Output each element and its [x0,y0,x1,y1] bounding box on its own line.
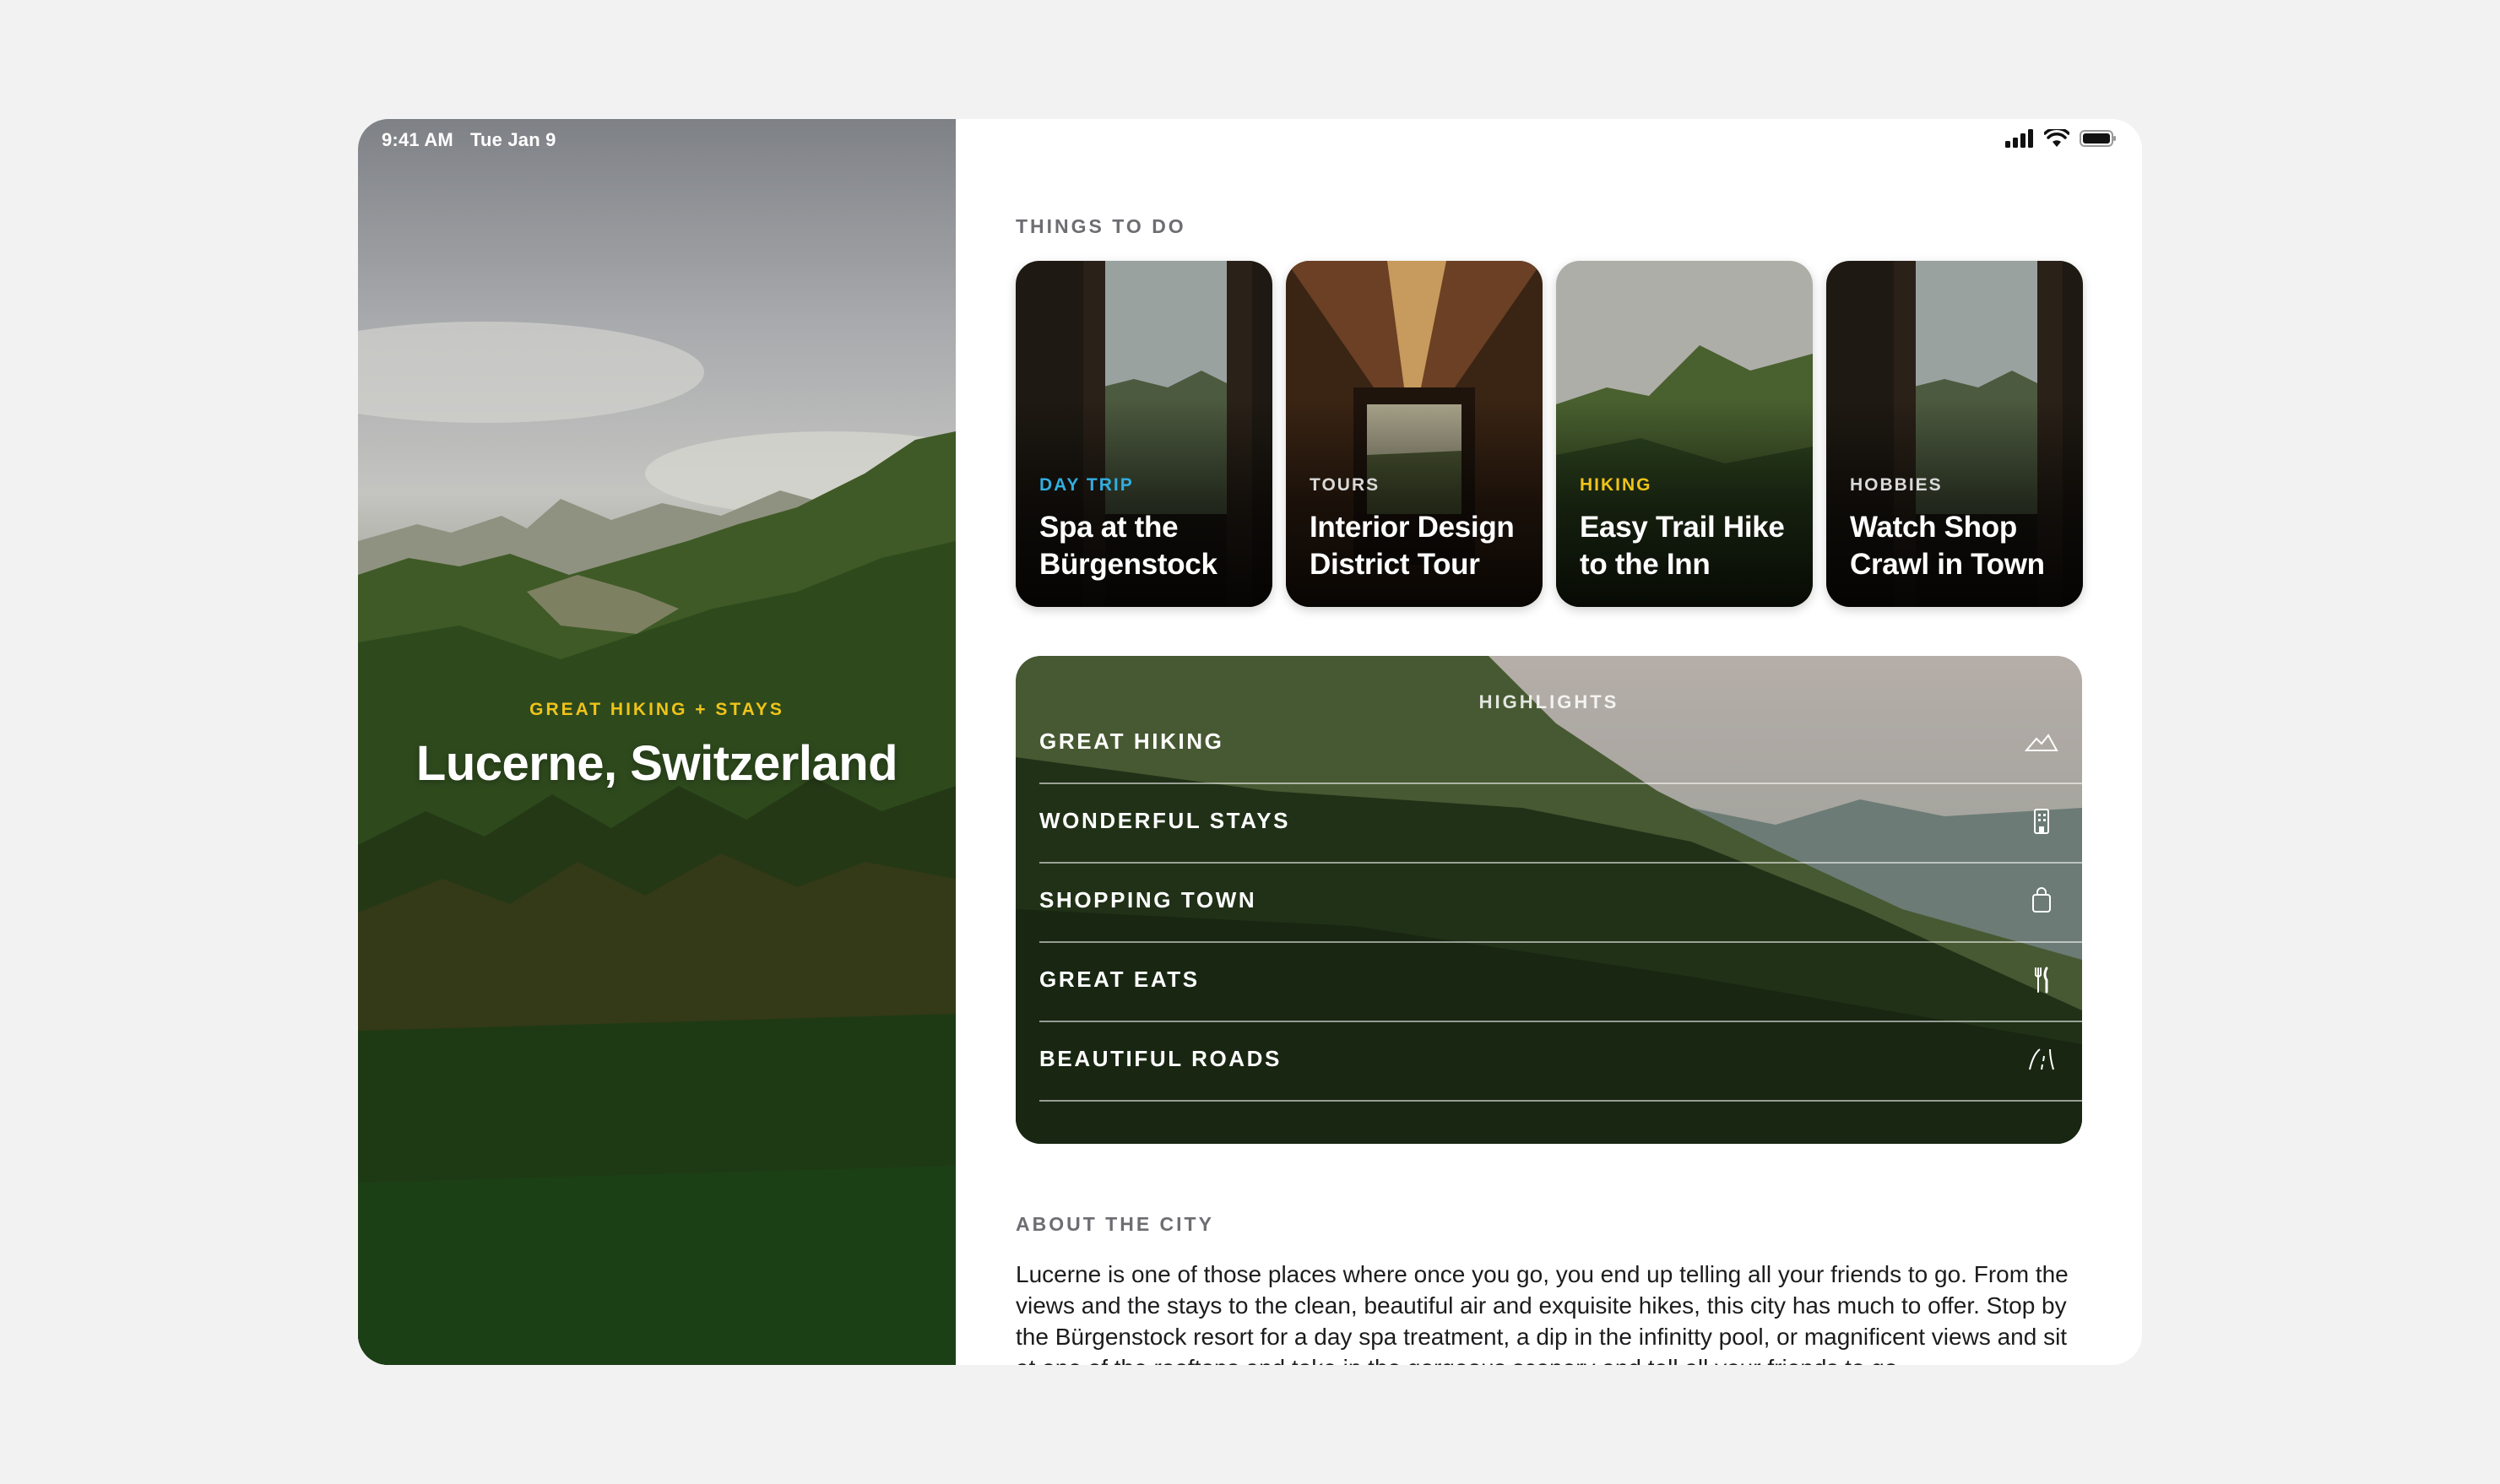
card-title: Watch Shop Crawl in Town [1850,511,2045,581]
hero-kicker: GREAT HIKING + STAYS [529,700,784,719]
about-city-label: ABOUT THE CITY [1016,1213,1214,1235]
hero-title: Lucerne, Switzerland [415,736,898,791]
wifi-icon [2044,129,2069,147]
highlight-row-shopping[interactable]: SHOPPING TOWN [1039,862,2082,943]
highlight-row-roads[interactable]: BEAUTIFUL ROADS [1039,1021,2082,1102]
mountain-icon [2025,734,2058,751]
things-to-do-label: THINGS TO DO [1016,215,1186,237]
status-bar-icons [2005,129,2117,148]
card-kicker: TOURS [1310,475,1380,495]
highlights-panel: HIGHLIGHTS GREAT HIKING WONDERFUL STAYS … [1016,656,2082,1144]
highlight-label: WONDERFUL STAYS [1039,808,1291,833]
activity-card-watch[interactable]: HOBBIES Watch Shop Crawl in Town [1826,261,2083,607]
hero-text: GREAT HIKING + STAYS Lucerne, Switzerlan… [358,700,956,792]
fork-knife-icon [2035,967,2048,994]
card-title: Interior Design District Tour [1310,511,1515,581]
highlight-row-stays[interactable]: WONDERFUL STAYS [1039,783,2082,864]
status-bar-time: 9:41 AM Tue Jan 9 [382,129,556,151]
card-kicker: HOBBIES [1850,475,1943,495]
card-kicker: DAY TRIP [1039,475,1134,495]
highlight-row-hiking[interactable]: GREAT HIKING [1039,703,2082,784]
highlight-row-eats[interactable]: GREAT EATS [1039,941,2082,1022]
highlight-label: GREAT HIKING [1039,728,1224,754]
activity-card-hike[interactable]: HIKING Easy Trail Hike to the Inn [1556,261,1813,607]
activity-card-tour[interactable]: TOURS Interior Design District Tour [1286,261,1543,607]
shopping-bag-icon [2032,887,2051,913]
highlight-label: SHOPPING TOWN [1039,887,1257,913]
battery-icon [2080,130,2116,147]
hero-image-panel: 9:41 AM Tue Jan 9 GREAT HIKING + STAYS L… [358,119,956,1365]
highlight-label: BEAUTIFUL ROADS [1039,1046,1282,1071]
activity-card-spa[interactable]: DAY TRIP Spa at the Bürgenstock [1016,261,1272,607]
card-kicker: HIKING [1580,475,1652,495]
things-to-do-carousel[interactable]: DAY TRIP Spa at the Bürgenstock TOURS In… [1016,261,2083,607]
ipad-screen: 9:41 AM Tue Jan 9 GREAT HIKING + STAYS L… [358,119,2142,1365]
about-city-text: Lucerne is one of those places where onc… [1016,1261,2069,1365]
status-time: 9:41 AM [382,129,453,150]
status-date: Tue Jan 9 [469,129,556,150]
building-icon [2034,809,2049,834]
highlight-label: GREAT EATS [1039,967,1200,992]
road-icon [2029,1048,2054,1070]
cellular-signal-icon [2005,129,2033,148]
detail-pane[interactable]: THINGS TO DO DAY TRIP Spa at the Bürgens… [956,119,2142,1365]
card-title: Spa at the Bürgenstock [1039,511,1217,581]
card-title: Easy Trail Hike to the Inn [1580,511,1785,581]
